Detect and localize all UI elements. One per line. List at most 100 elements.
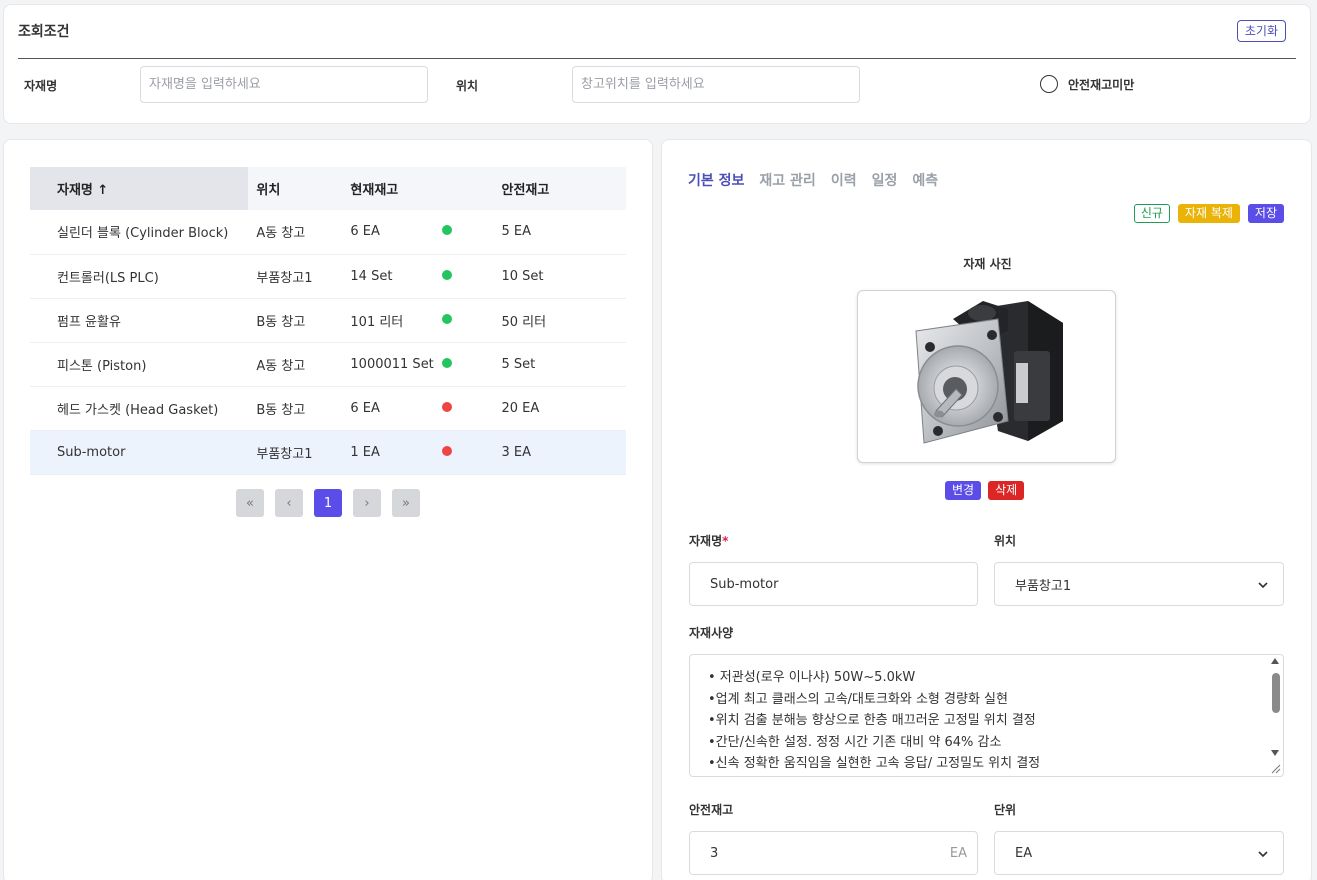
new-button[interactable]: 신규	[1133, 204, 1170, 223]
spec-line: •신속 정확한 움직임을 실현한 고속 응답/ 고정밀도 위치 결정	[708, 756, 1041, 772]
material-name-field[interactable]: Sub-motor	[689, 562, 978, 606]
location-filter-label: 위치	[456, 79, 479, 93]
material-photo	[857, 290, 1116, 463]
cell-location: B동 창고	[248, 298, 343, 343]
spec-line: •위치 검출 분해능 향상으로 한층 매끄러운 고정밀 위치 결정	[708, 713, 1036, 729]
change-photo-button[interactable]: 변경	[945, 481, 982, 500]
photo-actions: 변경 삭제	[945, 481, 1025, 500]
cell-name: 컨트롤러(LS PLC)	[30, 254, 249, 299]
col-header-status	[433, 167, 494, 210]
unit-label: 단위	[994, 803, 1017, 817]
chevron-down-icon	[1258, 851, 1268, 858]
status-dot-low	[441, 445, 452, 456]
reset-button[interactable]: 초기화	[1236, 20, 1286, 42]
scroll-up-icon[interactable]	[1271, 658, 1279, 664]
save-button[interactable]: 저장	[1247, 204, 1284, 223]
copy-material-button[interactable]: 자재 복제	[1177, 204, 1240, 223]
location-select[interactable]: 부품창고1	[994, 562, 1284, 606]
status-dot-ok	[441, 357, 452, 368]
photo-label: 자재 사진	[963, 257, 1012, 271]
safety-stock-label: 안전재고	[689, 803, 734, 817]
page-next-button[interactable]: ›	[353, 489, 381, 517]
col-header-stock[interactable]: 현재재고	[342, 167, 434, 210]
spec-textarea[interactable]: • 저관성(로우 이나샤) 50W~5.0kW •업계 최고 클래스의 고속/대…	[689, 654, 1284, 777]
safety-stock-field[interactable]: 3 EA	[689, 831, 978, 875]
detail-actions: 신규 자재 복제 저장	[1133, 204, 1284, 223]
cell-location: A동 창고	[248, 342, 343, 387]
spec-line: •간단/신속한 설정. 정정 시간 기존 대비 약 64% 감소	[708, 734, 1002, 750]
col-header-location[interactable]: 위치	[248, 167, 343, 210]
required-mark: *	[722, 534, 729, 548]
status-dot-ok	[441, 225, 452, 236]
cell-name: 펌프 윤활유	[30, 298, 249, 343]
scroll-down-icon[interactable]	[1271, 750, 1279, 756]
chevron-down-icon	[1258, 582, 1268, 589]
cell-safety: 10 Set	[493, 254, 626, 299]
detail-tabs: 기본 정보 재고 관리 이력 일정 예측	[688, 170, 938, 190]
name-filter-input[interactable]	[140, 66, 428, 103]
table-row[interactable]: 컨트롤러(LS PLC) 부품창고1 14 Set 10 Set	[30, 254, 626, 299]
table-row-selected[interactable]: Sub-motor 부품창고1 1 EA 3 EA	[30, 430, 626, 475]
page-prev-button[interactable]: ‹	[275, 489, 303, 517]
below-safety-toggle[interactable]: 안전재고미만	[1040, 75, 1134, 93]
cell-safety: 50 리터	[493, 298, 626, 343]
status-dot-ok	[441, 269, 452, 280]
spec-line: • 저관성(로우 이나샤) 50W~5.0kW	[708, 670, 916, 685]
material-list-panel: 자재명 ↑ 위치 현재재고 안전재고 실린더 블록 (Cylinder Bloc…	[3, 139, 653, 880]
tab-stock-management[interactable]: 재고 관리	[759, 170, 815, 190]
material-name-label: 자재명*	[689, 534, 729, 548]
cell-location: B동 창고	[248, 386, 343, 431]
name-filter-label: 자재명	[24, 79, 58, 93]
filter-panel: 조회조건 초기화 자재명 위치 안전재고미만	[3, 4, 1311, 124]
scrollbar-thumb[interactable]	[1272, 673, 1280, 713]
tab-basic-info[interactable]: 기본 정보	[688, 170, 744, 190]
location-filter-input[interactable]	[572, 66, 860, 103]
page-last-button[interactable]: »	[392, 489, 420, 517]
cell-name: 실린더 블록 (Cylinder Block)	[30, 210, 249, 255]
cell-safety: 20 EA	[493, 386, 626, 431]
resize-grip-icon[interactable]	[1269, 762, 1281, 774]
cell-safety: 5 Set	[493, 342, 626, 387]
filter-divider	[18, 58, 1296, 59]
cell-name: Sub-motor	[30, 430, 249, 475]
material-table: 자재명 ↑ 위치 현재재고 안전재고 실린더 블록 (Cylinder Bloc…	[30, 167, 626, 475]
col-header-name[interactable]: 자재명 ↑	[30, 167, 249, 210]
cell-name: 피스톤 (Piston)	[30, 342, 249, 387]
status-dot-ok	[441, 313, 452, 324]
cell-name: 헤드 가스켓 (Head Gasket)	[30, 386, 249, 431]
location-label: 위치	[994, 534, 1017, 548]
status-dot-low	[441, 401, 452, 412]
delete-photo-button[interactable]: 삭제	[988, 481, 1025, 500]
table-header-row: 자재명 ↑ 위치 현재재고 안전재고	[30, 167, 626, 210]
cell-stock: 1000011 Set	[342, 342, 434, 387]
spec-label: 자재사양	[689, 626, 734, 640]
safety-stock-unit: EA	[949, 846, 967, 861]
table-row[interactable]: 실린더 블록 (Cylinder Block) A동 창고 6 EA 5 EA	[30, 210, 626, 255]
table-row[interactable]: 피스톤 (Piston) A동 창고 1000011 Set 5 Set	[30, 342, 626, 387]
table-row[interactable]: 펌프 윤활유 B동 창고 101 리터 50 리터	[30, 298, 626, 343]
unit-select[interactable]: EA	[994, 831, 1284, 875]
cell-stock: 6 EA	[342, 210, 434, 255]
page-first-button[interactable]: «	[236, 489, 264, 517]
tab-history[interactable]: 이력	[831, 170, 857, 190]
below-safety-label: 안전재고미만	[1068, 77, 1135, 92]
table-row[interactable]: 헤드 가스켓 (Head Gasket) B동 창고 6 EA 20 EA	[30, 386, 626, 431]
cell-location: A동 창고	[248, 210, 343, 255]
pagination: « ‹ 1 › »	[236, 489, 420, 517]
cell-stock: 6 EA	[342, 386, 434, 431]
servo-motor-image	[915, 301, 1063, 444]
filter-title: 조회조건	[18, 24, 70, 40]
cell-safety: 3 EA	[493, 430, 626, 475]
cell-location: 부품창고1	[248, 254, 343, 299]
tab-schedule[interactable]: 일정	[872, 170, 898, 190]
below-safety-radio[interactable]	[1040, 75, 1058, 93]
cell-stock: 14 Set	[342, 254, 434, 299]
cell-stock: 1 EA	[342, 430, 434, 475]
col-header-safety[interactable]: 안전재고	[493, 167, 626, 210]
cell-location: 부품창고1	[248, 430, 343, 475]
cell-safety: 5 EA	[493, 210, 626, 255]
tab-forecast[interactable]: 예측	[912, 170, 938, 190]
material-detail-panel: 기본 정보 재고 관리 이력 일정 예측 신규 자재 복제 저장 자재 사진 변…	[661, 139, 1312, 880]
page-current-button[interactable]: 1	[314, 489, 342, 517]
spec-line: •업계 최고 클래스의 고속/대토크화와 소형 경량화 실현	[708, 691, 1008, 707]
